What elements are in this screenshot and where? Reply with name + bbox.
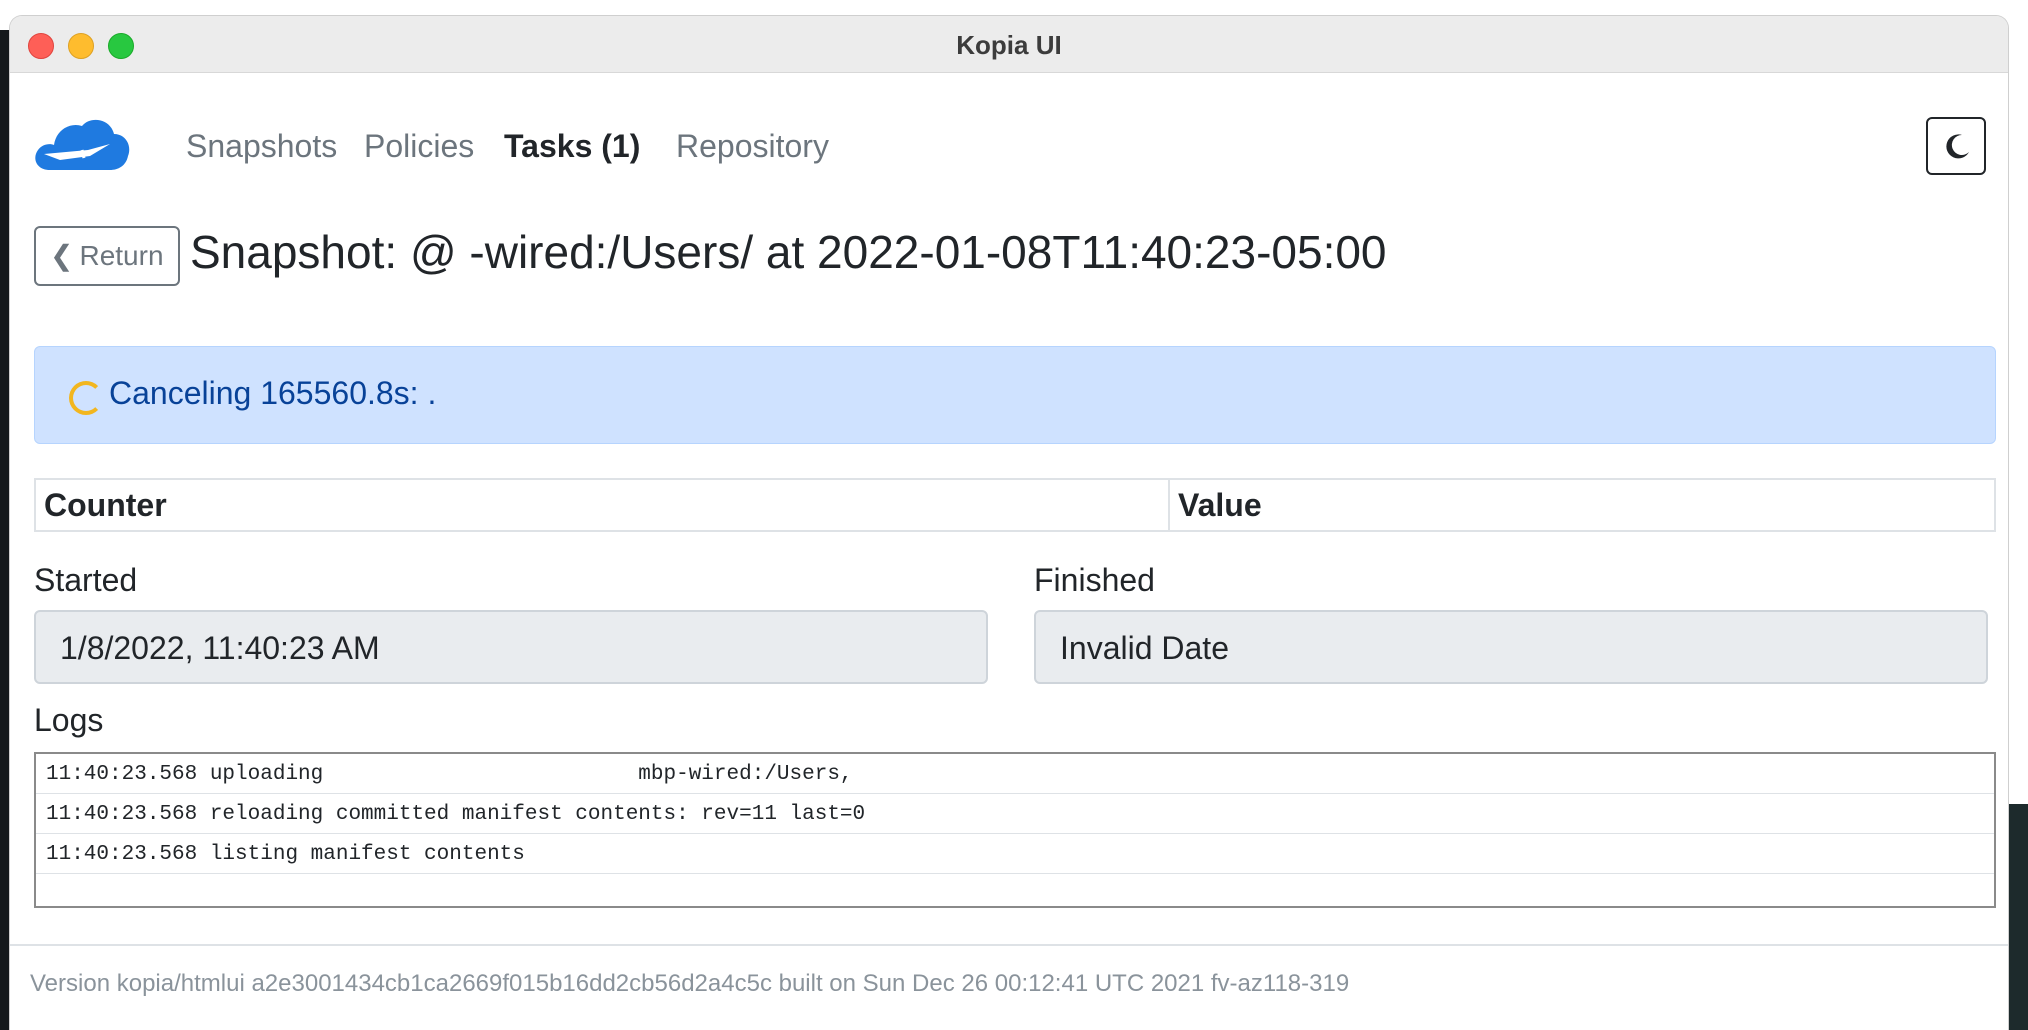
task-status-alert: Canceling 165560.8s: . [34,346,1996,444]
chevron-left-icon: ❮ [50,240,74,271]
navbar: Snapshots Policies Tasks (1) Repository [10,72,2008,212]
table-header-row: Counter Value [34,478,1996,532]
version-footer: Version kopia/htmlui a2e3001434cb1ca2669… [30,970,1350,997]
nav-snapshots[interactable]: Snapshots [186,128,337,165]
window-title: Kopia UI [956,30,1062,60]
footer-divider [10,944,2008,946]
nav-tasks[interactable]: Tasks (1) [504,128,640,165]
title-bar[interactable]: Kopia UI [10,16,2008,73]
column-header-counter: Counter [34,478,1170,532]
log-line: 11:40:23.568 reloading committed manifes… [36,794,1994,834]
theme-toggle-button[interactable] [1926,117,1986,175]
finished-field[interactable]: Invalid Date [1034,610,1988,684]
started-label: Started [34,562,138,598]
app-window: Kopia UI Snapshots Policies Tasks (1) Re… [10,16,2008,1030]
moon-icon [1946,134,1969,159]
return-label: Return [79,240,164,271]
snapshot-header: Snapshot: @ -wired:/Users/ at 2022-01-08… [34,212,1994,286]
finished-label: Finished [1034,562,1155,598]
nav-repository[interactable]: Repository [676,128,829,165]
logs-label: Logs [34,702,104,738]
kopia-logo-icon[interactable] [30,108,134,180]
return-button[interactable]: ❮ Return [34,226,180,286]
column-header-value: Value [1168,478,1996,532]
counters-table: Counter Value [34,478,1996,532]
desktop-background-left [0,30,10,1030]
nav-policies[interactable]: Policies [364,128,474,165]
started-field[interactable]: 1/8/2022, 11:40:23 AM [34,610,988,684]
log-line: 11:40:23.568 uploading mbp-wired:/Users, [36,754,1994,794]
log-line: 11:40:23.568 listing manifest contents [36,834,1994,874]
task-status-text: Canceling 165560.8s: . [109,375,437,411]
spinner-icon [69,381,103,415]
logs-panel[interactable]: 11:40:23.568 uploading mbp-wired:/Users,… [34,752,1996,908]
page-title: Snapshot: @ -wired:/Users/ at 2022-01-08… [190,226,1387,278]
